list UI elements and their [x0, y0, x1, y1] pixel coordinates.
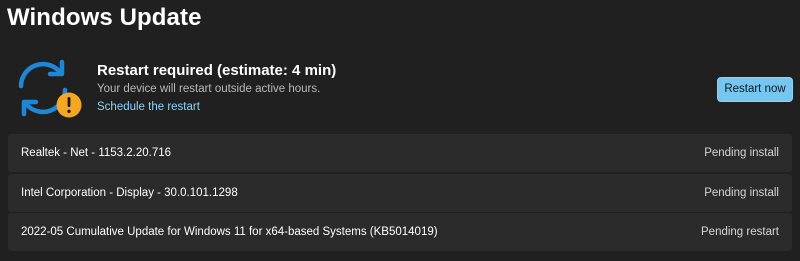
update-row: 2022-05 Cumulative Update for Windows 11…	[8, 213, 792, 251]
update-status: Pending restart	[701, 226, 779, 238]
page-title: Windows Update	[7, 4, 202, 31]
sync-warning-icon	[12, 56, 82, 120]
status-subtitle: Your device will restart outside active …	[97, 83, 321, 95]
status-title: Restart required (estimate: 4 min)	[97, 62, 337, 79]
status-text-group: Restart required (estimate: 4 min) Your …	[97, 62, 336, 115]
update-name: Realtek - Net - 1153.2.20.716	[21, 147, 172, 159]
updates-list: Realtek - Net - 1153.2.20.716 Pending in…	[8, 134, 792, 253]
update-row: Realtek - Net - 1153.2.20.716 Pending in…	[8, 134, 792, 172]
update-name: 2022-05 Cumulative Update for Windows 11…	[21, 226, 438, 238]
update-status: Pending install	[704, 147, 779, 159]
update-name: Intel Corporation - Display - 30.0.101.1…	[21, 186, 238, 199]
update-status: Pending install	[704, 186, 779, 199]
update-status-block: Restart required (estimate: 4 min) Your …	[0, 50, 800, 122]
schedule-restart-link[interactable]: Schedule the restart	[97, 99, 200, 115]
update-row: Intel Corporation - Display - 30.0.101.1…	[8, 173, 792, 212]
restart-now-button[interactable]: Restart now	[717, 77, 793, 102]
